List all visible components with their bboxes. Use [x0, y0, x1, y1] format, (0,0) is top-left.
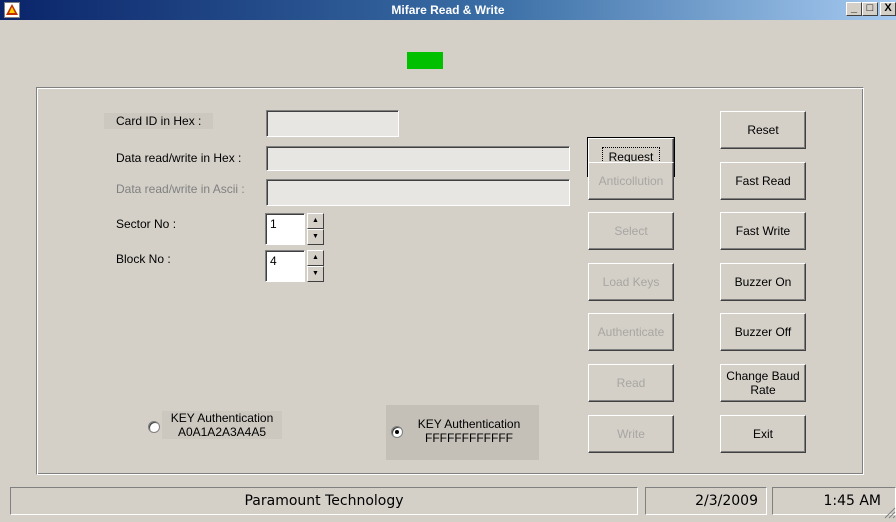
close-button[interactable]: X	[880, 2, 896, 16]
key-auth-ff-radio[interactable]	[391, 426, 403, 438]
anticollution-button[interactable]: Anticollution	[588, 162, 674, 200]
write-button[interactable]: Write	[588, 415, 674, 453]
card-id-field[interactable]	[266, 110, 399, 137]
block-label: Block No :	[116, 252, 171, 266]
block-up-arrow-icon[interactable]: ▲	[307, 250, 324, 266]
key-auth-ff-line1: KEY Authentication	[417, 417, 521, 431]
select-button[interactable]: Select	[588, 212, 674, 250]
data-ascii-field[interactable]	[266, 179, 570, 206]
connection-status-indicator	[407, 52, 443, 69]
sector-number-input[interactable]: 1	[265, 213, 305, 245]
load-keys-button[interactable]: Load Keys	[588, 263, 674, 301]
fast-write-button[interactable]: Fast Write	[720, 212, 806, 250]
sector-down-arrow-icon[interactable]: ▼	[307, 229, 324, 245]
authenticate-button[interactable]: Authenticate	[588, 313, 674, 351]
fast-read-button[interactable]: Fast Read	[720, 162, 806, 200]
key-auth-ff-option[interactable]: KEY Authentication FFFFFFFFFFFF	[386, 405, 539, 460]
radio-selected-dot-icon	[395, 430, 399, 434]
block-number-input[interactable]: 4	[265, 250, 305, 282]
key-auth-ff-label: KEY Authentication FFFFFFFFFFFF	[406, 417, 532, 445]
statusbar-company: Paramount Technology	[10, 487, 638, 515]
statusbar-date: 2/3/2009	[645, 487, 767, 515]
exit-button[interactable]: Exit	[720, 415, 806, 453]
buzzer-off-button[interactable]: Buzzer Off	[720, 313, 806, 351]
sector-up-arrow-icon[interactable]: ▲	[307, 213, 324, 229]
minimize-button[interactable]: _	[846, 2, 862, 16]
key-auth-a0-line1: KEY Authentication	[162, 411, 282, 425]
card-id-label: Card ID in Hex :	[104, 113, 214, 129]
key-auth-a0-option[interactable]: KEY Authentication A0A1A2A3A4A5	[144, 400, 304, 452]
key-auth-a0-radio[interactable]	[148, 421, 160, 433]
block-down-arrow-icon[interactable]: ▼	[307, 266, 324, 282]
key-auth-a0-line2: A0A1A2A3A4A5	[162, 425, 282, 439]
key-auth-a0-label: KEY Authentication A0A1A2A3A4A5	[162, 411, 282, 439]
change-baud-rate-button[interactable]: Change Baud Rate	[720, 364, 806, 402]
block-spinner: ▲ ▼	[307, 250, 324, 282]
buzzer-on-button[interactable]: Buzzer On	[720, 263, 806, 301]
key-auth-ff-line2: FFFFFFFFFFFF	[425, 431, 513, 445]
data-hex-field[interactable]	[266, 146, 570, 171]
read-button[interactable]: Read	[588, 364, 674, 402]
reset-button[interactable]: Reset	[720, 111, 806, 149]
statusbar-time: 1:45 AM	[772, 487, 896, 515]
sector-label: Sector No :	[116, 217, 177, 231]
window-title: Mifare Read & Write	[391, 3, 505, 17]
sector-spinner: ▲ ▼	[307, 213, 324, 245]
data-ascii-label: Data read/write in Ascii :	[116, 182, 245, 196]
resize-grip-icon[interactable]	[882, 505, 896, 519]
data-hex-label: Data read/write in Hex :	[116, 151, 242, 165]
maximize-button[interactable]: □	[862, 2, 878, 16]
